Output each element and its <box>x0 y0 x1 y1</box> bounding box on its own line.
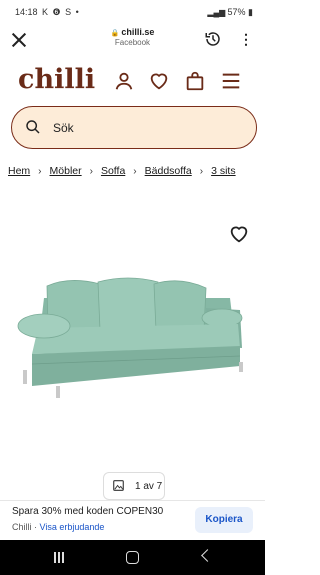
search-icon <box>26 120 40 134</box>
promo-link[interactable]: Visa erbjudande <box>40 522 105 532</box>
browser-toolbar: 🔒 chilli.se Facebook ⋮ <box>0 24 265 56</box>
breadcrumb-mobler[interactable]: Möbler <box>50 165 82 177</box>
product-image-sofa[interactable] <box>10 268 255 413</box>
lock-icon: 🔒 <box>110 30 120 37</box>
promo-separator: · <box>31 522 40 532</box>
breadcrumb-baddsoffa[interactable]: Bäddsoffa <box>145 165 192 177</box>
copy-code-button[interactable]: Kopiera <box>195 507 253 533</box>
promo-title: Spara 30% med koden COPEN30 <box>12 506 164 517</box>
breadcrumb-separator: › <box>133 166 137 177</box>
recent-apps-icon[interactable] <box>54 552 64 563</box>
breadcrumb-home[interactable]: Hem <box>8 165 30 177</box>
history-icon[interactable] <box>204 30 222 48</box>
search-placeholder: Sök <box>53 121 74 135</box>
status-right: ▂▄▆ 57% ▮ <box>207 7 253 18</box>
url-subtitle: Facebook <box>114 38 151 47</box>
battery-level: 57% <box>227 7 246 17</box>
search-bar[interactable]: Sök <box>11 106 257 149</box>
more-menu-icon[interactable]: ⋮ <box>239 30 253 48</box>
site-logo[interactable]: chilli <box>18 64 95 95</box>
breadcrumb-3-sits[interactable]: 3 sits <box>211 165 236 177</box>
url-display[interactable]: 🔒 chilli.se Facebook <box>80 27 185 47</box>
url-text: chilli.se <box>121 27 155 37</box>
breadcrumb: Hem › Möbler › Soffa › Bäddsoffa › 3 sits <box>8 165 265 181</box>
home-icon[interactable] <box>126 551 139 564</box>
back-icon[interactable] <box>201 549 214 562</box>
breadcrumb-separator: › <box>199 166 204 177</box>
promo-source: Chilli <box>12 522 32 532</box>
battery-icon: ▮ <box>245 7 253 17</box>
breadcrumb-soffa[interactable]: Soffa <box>101 165 125 177</box>
close-icon[interactable] <box>10 31 28 49</box>
notification-icons: K ❻ S • <box>42 7 80 17</box>
cart-icon[interactable] <box>184 70 206 92</box>
favorite-heart-icon[interactable] <box>228 223 250 245</box>
promo-meta: Chilli · Visa erbjudande <box>12 522 104 532</box>
breadcrumb-separator: › <box>38 166 42 177</box>
hamburger-menu-icon[interactable] <box>220 70 242 92</box>
status-bar: 14:18 K ❻ S • ▂▄▆ 57% ▮ <box>0 0 265 24</box>
image-icon <box>113 480 124 491</box>
heart-icon[interactable] <box>148 70 170 92</box>
promo-banner: Spara 30% med koden COPEN30 Chilli · Vis… <box>0 500 265 541</box>
site-header: chilli <box>0 58 265 103</box>
user-icon[interactable] <box>113 70 135 92</box>
signal-icon: ▂▄▆ <box>207 8 228 17</box>
image-counter-text: 1 av 7 <box>135 481 163 492</box>
breadcrumb-separator: › <box>89 166 93 177</box>
system-nav-bar <box>0 540 265 575</box>
image-counter[interactable]: 1 av 7 <box>103 472 165 500</box>
status-time: 14:18 <box>15 7 38 17</box>
